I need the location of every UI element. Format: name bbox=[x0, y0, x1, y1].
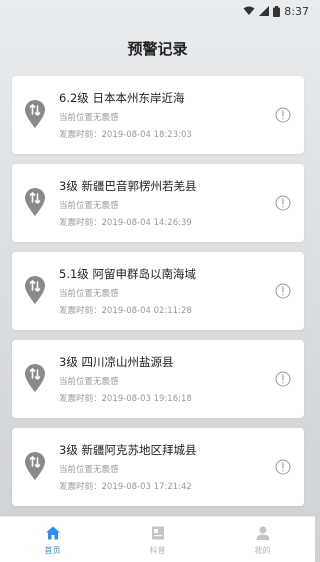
record-time: 发震时刻：2019-08-04 18:23:03 bbox=[59, 130, 192, 140]
record-card[interactable]: 5.1级 阿留申群岛以南海域 当前位置无震感 发震时刻：2019-08-04 0… bbox=[12, 252, 304, 330]
location-pin-icon bbox=[25, 276, 45, 304]
clock: 8:37 bbox=[284, 4, 309, 18]
record-status: 当前位置无震感 bbox=[59, 465, 119, 475]
book-icon bbox=[151, 526, 164, 540]
tab-label: 我的 bbox=[254, 546, 271, 555]
status-bar: 8:37 bbox=[0, 0, 315, 22]
record-title: 3级 四川凉山州盐源县 bbox=[59, 355, 174, 369]
signal-icon bbox=[259, 6, 270, 16]
record-time: 发震时刻：2019-08-04 02:11:28 bbox=[59, 306, 192, 316]
record-status: 当前位置无震感 bbox=[59, 377, 119, 387]
location-pin-icon bbox=[25, 188, 45, 216]
record-card[interactable]: 3级 新疆巴音郭楞州若羌县 当前位置无震感 发震时刻：2019-08-04 14… bbox=[12, 164, 304, 242]
record-card[interactable]: 6.2级 日本本州东岸近海 当前位置无震感 发震时刻：2019-08-04 18… bbox=[12, 76, 304, 154]
info-icon[interactable] bbox=[275, 283, 291, 299]
battery-icon bbox=[273, 5, 281, 17]
record-card[interactable]: 3级 四川凉山州盐源县 当前位置无震感 发震时刻：2019-08-03 19:1… bbox=[12, 340, 304, 418]
page-title: 预警记录 bbox=[127, 40, 188, 58]
tab-home[interactable]: 首页 bbox=[0, 517, 105, 562]
record-status: 当前位置无震感 bbox=[59, 201, 119, 211]
record-time: 发震时刻：2019-08-03 19:16:18 bbox=[59, 394, 192, 404]
tab-label: 科普 bbox=[149, 546, 166, 555]
info-icon[interactable] bbox=[275, 195, 291, 211]
tab-label: 首页 bbox=[44, 546, 61, 555]
record-time: 发震时刻：2019-08-04 14:26:39 bbox=[59, 218, 192, 228]
info-icon[interactable] bbox=[275, 459, 291, 475]
record-status: 当前位置无震感 bbox=[59, 289, 119, 299]
record-card[interactable]: 3级 新疆阿克苏地区拜城县 当前位置无震感 发震时刻：2019-08-03 17… bbox=[12, 428, 304, 506]
location-pin-icon bbox=[25, 452, 45, 480]
info-icon[interactable] bbox=[275, 107, 291, 123]
record-time: 发震时刻：2019-08-03 17:21:42 bbox=[59, 482, 192, 492]
wifi-icon bbox=[243, 6, 255, 15]
tab-science[interactable]: 科普 bbox=[105, 517, 210, 562]
record-title: 3级 新疆阿克苏地区拜城县 bbox=[59, 443, 197, 457]
record-title: 5.1级 阿留申群岛以南海域 bbox=[59, 267, 196, 281]
home-icon bbox=[45, 526, 60, 540]
record-title: 6.2级 日本本州东岸近海 bbox=[59, 91, 185, 105]
location-pin-icon bbox=[25, 100, 45, 128]
location-pin-icon bbox=[25, 364, 45, 392]
info-icon[interactable] bbox=[275, 371, 291, 387]
user-icon bbox=[256, 526, 269, 540]
bottom-tab-bar: 首页 科普 我的 bbox=[0, 516, 315, 562]
record-title: 3级 新疆巴音郭楞州若羌县 bbox=[59, 179, 197, 193]
record-status: 当前位置无震感 bbox=[59, 113, 119, 123]
tab-profile[interactable]: 我的 bbox=[210, 517, 315, 562]
